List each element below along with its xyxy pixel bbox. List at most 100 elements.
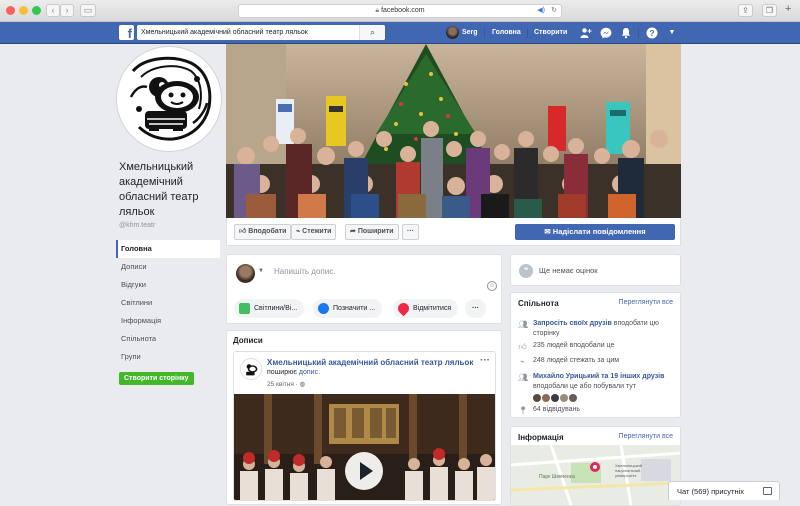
post-video[interactable]	[234, 394, 495, 500]
post-author-avatar[interactable]	[240, 358, 262, 380]
facebook-logo[interactable]: f	[119, 25, 134, 41]
photo-video-chip[interactable]: Світлини/Ві...	[234, 299, 305, 318]
sidebar-item-community[interactable]: Спільнота	[116, 330, 220, 348]
post-timestamp[interactable]: 25 квітня · ◍	[267, 380, 305, 388]
community-see-all-link[interactable]: Переглянути все	[619, 299, 673, 306]
divider	[484, 28, 485, 38]
back-button[interactable]: ‹	[46, 4, 60, 17]
close-window-button[interactable]	[6, 6, 15, 15]
community-card: Спільнота Переглянути все 👥︎ Запросіть с…	[510, 292, 681, 418]
facebook-header: f Хмельницький академічний обласний теат…	[0, 22, 800, 44]
lock-icon: 🔒︎	[375, 7, 380, 14]
visits-count: 64 відвідувань	[533, 406, 580, 413]
play-video-button[interactable]	[345, 452, 383, 490]
maximize-window-button[interactable]	[32, 6, 41, 15]
post-action-prefix: поширює	[267, 369, 297, 376]
emoji-icon[interactable]: ☺	[487, 281, 497, 291]
share-label: Поширити	[357, 228, 394, 235]
tag-person-icon	[318, 303, 329, 314]
new-tab-button[interactable]: +	[785, 3, 791, 15]
chat-bubble-icon: ❝	[519, 264, 533, 278]
chip-label: Позначити ...	[333, 305, 376, 312]
sidebar-item-home[interactable]: Головна	[116, 240, 220, 258]
friends-liked-rest: вподобали це або побували тут	[533, 383, 636, 390]
send-message-button[interactable]: ✉︎ Надіслати повідомлення	[515, 224, 675, 240]
location-pin-icon	[395, 300, 412, 317]
sidebar-toggle-icon[interactable]: ▭	[80, 4, 96, 17]
tag-friends-chip[interactable]: Позначити ...	[313, 299, 383, 318]
address-bar[interactable]: 🔒︎ facebook.com ◀︎) ↻	[238, 4, 562, 18]
invite-friends-link[interactable]: Запросіть своїх друзів	[533, 320, 612, 327]
notifications-bell-icon[interactable]	[620, 27, 632, 39]
page-username: @khm.teatr	[119, 222, 156, 229]
friend-avatar[interactable]	[560, 394, 568, 403]
create-page-button[interactable]: Створити сторінку	[119, 372, 194, 385]
thumbs-up-icon: 👍︎	[518, 342, 527, 351]
share-page-button[interactable]: ➦ Поширити	[345, 224, 399, 240]
search-icon[interactable]: ⌕	[359, 25, 385, 40]
tabs-overview-icon[interactable]: ❐	[762, 4, 777, 17]
page-title: Хмельницький академічний обласний театр …	[119, 161, 199, 218]
chip-label: Світлини/Ві...	[254, 305, 298, 312]
info-see-all-link[interactable]: Переглянути все	[619, 433, 673, 440]
friend-requests-icon[interactable]	[580, 27, 592, 39]
shared-post-link[interactable]: допис.	[299, 369, 320, 376]
forward-button[interactable]: ›	[60, 4, 74, 17]
friend-avatar[interactable]	[542, 394, 550, 403]
identity-caret-icon[interactable]: ▼	[258, 268, 264, 274]
reload-icon[interactable]: ↻	[551, 5, 557, 17]
chip-label: Відмітитися	[413, 305, 452, 312]
sidebar-item-photos[interactable]: Світлини	[116, 294, 220, 312]
thumbs-up-icon: 👍︎	[239, 228, 249, 235]
composer-avatar[interactable]	[236, 264, 255, 283]
minimize-window-button[interactable]	[19, 6, 28, 15]
home-link[interactable]: Головна	[492, 22, 521, 44]
sidebar-item-reviews[interactable]: Відгуки	[116, 276, 220, 294]
cover-photo[interactable]	[226, 44, 681, 218]
audio-playing-icon[interactable]: ◀︎)	[537, 5, 545, 17]
likes-count: 235 людей вподобали це	[533, 342, 615, 349]
friend-avatar[interactable]	[533, 394, 541, 403]
share-icon[interactable]: ⇪	[738, 4, 753, 17]
sidebar-item-about[interactable]: Інформація	[116, 312, 220, 330]
create-link[interactable]: Створити	[534, 22, 567, 44]
theatre-logo-image	[119, 49, 219, 149]
chat-label: Чат (569) присутніх	[677, 487, 745, 496]
invite-friends-icon: 👥︎	[518, 320, 529, 329]
post-action-text: поширює допис.	[267, 369, 320, 376]
messenger-icon[interactable]	[600, 27, 612, 39]
profile-link[interactable]: Serg	[462, 22, 478, 44]
follow-label: Стежити	[302, 228, 332, 235]
no-ratings-text: Ще немає оцінок	[539, 266, 598, 275]
help-icon[interactable]: ?	[646, 27, 658, 39]
user-avatar[interactable]	[446, 26, 459, 39]
svg-text:?: ?	[649, 28, 654, 38]
info-title: Інформація	[518, 433, 564, 442]
chat-window-icon[interactable]	[763, 487, 772, 495]
location-map[interactable]: Парк Шевченка Хмельницький національний …	[511, 445, 680, 505]
url-text: facebook.com	[381, 7, 425, 14]
like-page-button[interactable]: 👍︎ Вподобати	[234, 224, 292, 240]
post-options-button[interactable]: ···	[480, 355, 490, 366]
more-composer-options-button[interactable]: ···	[465, 299, 486, 318]
friends-liked-link[interactable]: Михайло Урицький та 19 інших друзів	[533, 373, 664, 380]
location-pin-icon: 📍︎	[518, 406, 529, 415]
page-profile-picture[interactable]	[117, 47, 221, 151]
post-author-name[interactable]: Хмельницький академічний обласний театр …	[267, 358, 473, 367]
more-options-button[interactable]: ···	[402, 224, 419, 240]
map-label-park: Парк Шевченка	[539, 474, 575, 480]
composer-input[interactable]: Напишіть допис.	[274, 267, 335, 276]
follow-page-button[interactable]: ⌁ Стежити	[291, 224, 337, 240]
sidebar-item-posts[interactable]: Дописи	[116, 258, 220, 276]
posts-section-title: Дописи	[233, 336, 263, 345]
friend-avatar[interactable]	[569, 394, 577, 403]
friend-avatar[interactable]	[551, 394, 559, 403]
chat-tab[interactable]: Чат (569) присутніх	[668, 481, 780, 500]
photo-icon	[239, 303, 250, 314]
share-arrow-icon: ➦	[350, 228, 358, 235]
search-value: Хмельницький академічний обласний театр …	[141, 29, 308, 36]
account-menu-chevron-icon[interactable]: ▼	[666, 27, 678, 39]
sidebar-item-groups[interactable]: Групи	[116, 348, 220, 366]
search-input[interactable]: Хмельницький академічний обласний театр …	[137, 25, 385, 40]
check-in-chip[interactable]: Відмітитися	[393, 299, 459, 318]
